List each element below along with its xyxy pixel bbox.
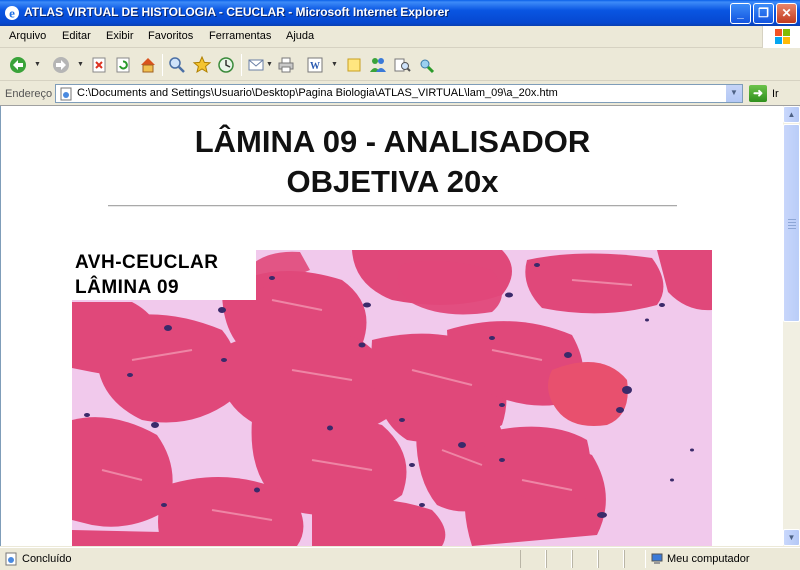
windows-logo-icon: [762, 26, 800, 48]
scroll-grip: [788, 219, 796, 220]
menu-bar: Arquivo Editar Exibir Favoritos Ferramen…: [0, 26, 800, 48]
scroll-grip: [788, 225, 796, 226]
status-bar: Concluído Meu computador: [0, 547, 800, 570]
done-page-icon: [5, 552, 17, 566]
scroll-grip: [788, 222, 796, 223]
heading-line-1: LÂMINA 09 - ANALISADOR: [194, 124, 591, 159]
menu-arquivo[interactable]: Arquivo: [9, 30, 46, 42]
edit-icon[interactable]: W: [305, 55, 325, 75]
refresh-icon[interactable]: [113, 55, 133, 75]
status-cell: [598, 550, 624, 568]
page-heading: LÂMINA 09 - ANALISADOR OBJETIVA 20x: [1, 122, 783, 202]
minimize-button[interactable]: _: [730, 3, 751, 24]
title-bar[interactable]: e ATLAS VIRTUAL DE HISTOLOGIA - CEUCLAR …: [0, 0, 800, 26]
horizontal-rule: [108, 205, 677, 207]
go-arrow-icon[interactable]: ➜: [749, 85, 767, 102]
search-icon[interactable]: [167, 55, 187, 75]
forward-icon[interactable]: [51, 55, 71, 75]
research-icon[interactable]: [392, 55, 412, 75]
menu-exibir[interactable]: Exibir: [106, 30, 134, 42]
toolbar-separator: [162, 54, 163, 76]
home-icon[interactable]: [138, 55, 158, 75]
scroll-thumb[interactable]: [783, 124, 800, 322]
edit-dropdown-icon[interactable]: ▼: [331, 61, 338, 68]
address-bar: Endereço C:\Documents and Settings\Usuar…: [0, 82, 800, 106]
menu-ajuda[interactable]: Ajuda: [286, 30, 314, 42]
scroll-up-icon[interactable]: ▲: [783, 106, 800, 123]
svg-text:W: W: [310, 61, 320, 72]
scroll-down-icon[interactable]: ▼: [783, 529, 800, 546]
favorites-icon[interactable]: [192, 55, 212, 75]
mail-dropdown-icon[interactable]: ▼: [266, 61, 273, 68]
image-label-line-1: AVH-CEUCLAR: [75, 252, 219, 273]
menu-editar[interactable]: Editar: [62, 30, 91, 42]
heading-line-2: OBJETIVA 20x: [286, 164, 499, 199]
go-button[interactable]: Ir: [772, 88, 779, 100]
tools-icon[interactable]: [416, 55, 436, 75]
messenger-icon[interactable]: [368, 55, 388, 75]
security-zone-text: Meu computador: [667, 553, 750, 565]
standard-toolbar: ▼ ▼ ▼ W ▼: [0, 49, 800, 81]
page-content[interactable]: LÂMINA 09 - ANALISADOR OBJETIVA 20x AVH-…: [0, 106, 783, 546]
scroll-grip: [788, 228, 796, 229]
stop-icon[interactable]: [89, 55, 109, 75]
address-label: Endereço: [5, 88, 53, 100]
computer-icon: [651, 553, 663, 564]
status-cell: [546, 550, 572, 568]
mail-icon[interactable]: [246, 55, 266, 75]
status-cell: [624, 550, 646, 568]
toolbar-separator: [241, 54, 242, 76]
menu-ferramentas[interactable]: Ferramentas: [209, 30, 271, 42]
status-text: Concluído: [22, 553, 72, 565]
address-input[interactable]: C:\Documents and Settings\Usuario\Deskto…: [55, 84, 743, 103]
status-cell: [520, 550, 546, 568]
address-url[interactable]: C:\Documents and Settings\Usuario\Deskto…: [77, 87, 558, 99]
print-icon[interactable]: [276, 55, 296, 75]
back-dropdown-icon[interactable]: ▼: [34, 61, 41, 68]
image-label-line-2: LÂMINA 09: [75, 277, 180, 298]
history-icon[interactable]: [216, 55, 236, 75]
window-title: ATLAS VIRTUAL DE HISTOLOGIA - CEUCLAR - …: [24, 5, 449, 19]
status-cell: [572, 550, 598, 568]
address-dropdown-icon[interactable]: ▼: [725, 85, 742, 102]
internet-explorer-icon: e: [5, 6, 19, 21]
svg-text:e: e: [9, 6, 15, 21]
image-label: AVH-CEUCLAR LÂMINA 09: [72, 250, 256, 300]
forward-dropdown-icon[interactable]: ▼: [77, 61, 84, 68]
close-button[interactable]: ✕: [776, 3, 797, 24]
vertical-scrollbar[interactable]: ▲ ▼: [783, 106, 800, 546]
folder-icon[interactable]: [344, 55, 364, 75]
menu-favoritos[interactable]: Favoritos: [148, 30, 193, 42]
page-icon: [60, 87, 72, 101]
back-icon[interactable]: [8, 55, 28, 75]
maximize-button[interactable]: ❐: [753, 3, 774, 24]
